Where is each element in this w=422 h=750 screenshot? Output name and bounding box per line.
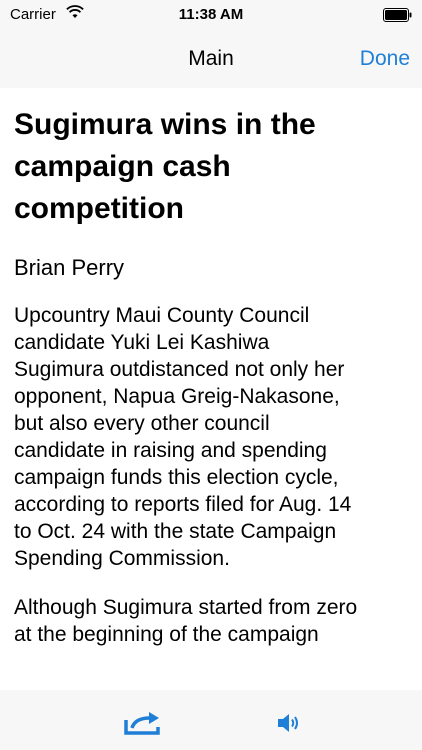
navigation-bar: Main Done	[0, 30, 422, 88]
speaker-icon[interactable]	[277, 712, 301, 739]
nav-title: Main	[188, 47, 234, 70]
paragraph-line: Spending Commission.	[14, 547, 230, 570]
paragraph-line: at the beginning of the campaign	[14, 623, 319, 646]
article-byline: Brian Perry	[14, 255, 125, 280]
article-paragraph: Although Sugimura started from zero at t…	[14, 594, 412, 648]
share-icon[interactable]	[122, 712, 166, 741]
status-bar: Carrier 11:38 AM	[0, 0, 422, 30]
paragraph-line: Sugimura outdistanced not only her	[14, 358, 345, 381]
paragraph-line: Upcountry Maui County Council	[14, 304, 310, 327]
paragraph-line: candidate Yuki Lei Kashiwa	[14, 331, 270, 354]
headline-line: Sugimura wins in the	[14, 108, 316, 141]
battery-icon	[383, 8, 413, 27]
paragraph-line: Although Sugimura started from zero	[14, 596, 358, 619]
headline-line: competition	[14, 192, 184, 225]
paragraph-line: candidate in raising and spending	[14, 439, 327, 462]
bottom-toolbar	[0, 690, 422, 750]
paragraph-line: but also every other council	[14, 412, 270, 435]
paragraph-line: according to reports filed for Aug. 14	[14, 493, 352, 516]
clock: 11:38 AM	[178, 6, 244, 23]
article-content[interactable]: Sugimura wins in the campaign cash compe…	[14, 88, 412, 690]
paragraph-line: to Oct. 24 with the state Campaign	[14, 520, 337, 543]
paragraph-line: opponent, Napua Greig-Nakasone,	[14, 385, 340, 408]
article-headline: Sugimura wins in the campaign cash compe…	[14, 104, 412, 230]
article-paragraph: Upcountry Maui County Council candidate …	[14, 302, 412, 572]
done-button[interactable]: Done	[360, 47, 410, 71]
headline-line: campaign cash	[14, 150, 231, 183]
paragraph-line: campaign funds this election cycle,	[14, 466, 339, 489]
